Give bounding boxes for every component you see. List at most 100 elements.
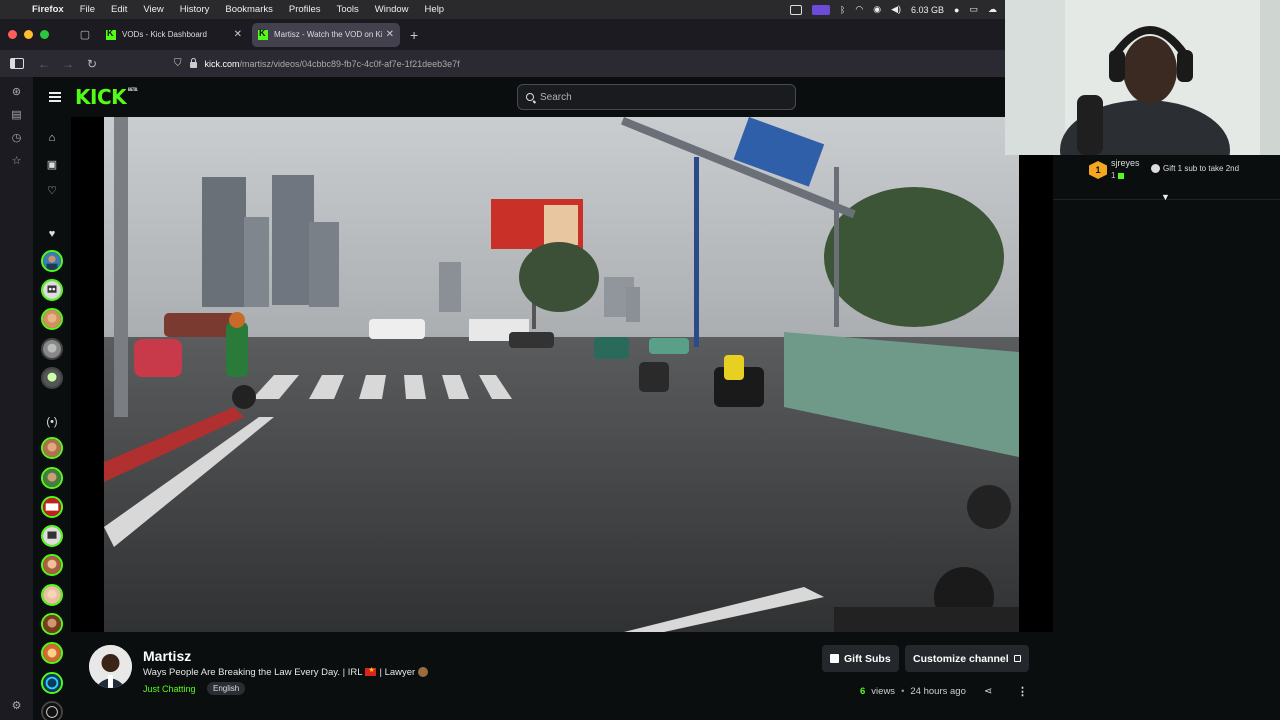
video-player[interactable] (104, 117, 1019, 632)
zoom-window-button[interactable] (40, 30, 49, 39)
gift-subs-button[interactable]: Gift Subs (822, 645, 899, 672)
customize-sidebar-icon[interactable]: ⚙ (12, 699, 22, 712)
recommended-channel-avatar[interactable] (41, 701, 63, 720)
gift-cta[interactable]: Gift 1 sub to take 2nd (1151, 164, 1239, 174)
leaderboard-expand-icon[interactable]: ▼ (1161, 192, 1170, 202)
tab-martisz-vod[interactable]: Martisz - Watch the VOD on Kick ✕ (252, 22, 400, 47)
gift-icon (830, 654, 839, 663)
menu-tools[interactable]: Tools (337, 4, 359, 15)
live-broadcast-icon: (•) (46, 416, 58, 428)
search-input[interactable]: Search (517, 84, 796, 110)
beta-badge: BETA (127, 87, 138, 92)
gifter-username[interactable]: sjreyes (1111, 158, 1140, 168)
bookmarks-icon[interactable]: ☆ (12, 154, 22, 167)
more-options-icon[interactable]: ⋮ (1017, 685, 1028, 698)
ai-chatbot-icon[interactable]: ⊛ (12, 85, 21, 98)
webcam-overlay (1005, 0, 1280, 155)
memory-readout[interactable]: 6.03 GB (911, 5, 944, 15)
volume-icon[interactable]: ◀) (891, 4, 901, 15)
minimize-window-button[interactable] (24, 30, 33, 39)
followed-channel-avatar[interactable] (41, 367, 63, 389)
firefox-sidebar: ⊛ ▤ ◷ ☆ ⚙ (0, 77, 33, 720)
followed-channel-avatar[interactable] (41, 250, 63, 272)
category-link[interactable]: Just Chatting (143, 684, 196, 694)
customize-channel-label: Customize channel (913, 652, 1009, 665)
recommended-channel-avatar[interactable] (41, 437, 63, 459)
menu-icon[interactable] (49, 92, 61, 102)
bluetooth-icon[interactable]: ᛒ (840, 5, 845, 15)
display-icon[interactable] (789, 4, 802, 15)
reload-icon[interactable]: ↻ (80, 57, 104, 71)
screen-record-icon[interactable] (811, 4, 830, 15)
back-icon[interactable]: ← (32, 57, 56, 71)
share-icon[interactable]: ⋖ (984, 686, 992, 697)
gifter-count: 1 (1111, 171, 1125, 180)
gift-count-icon (1118, 172, 1125, 179)
language-tag[interactable]: English (207, 682, 246, 695)
browser-tab-bar: ▢ VODs - Kick Dashboard ✕ Martisz - Watc… (0, 19, 1005, 50)
lock-icon[interactable] (189, 58, 197, 68)
following-heart-icon[interactable]: ♡ (45, 184, 59, 198)
menu-file[interactable]: File (80, 4, 95, 15)
home-icon[interactable]: ⌂ (45, 131, 59, 145)
kick-left-rail: ⌂ ▣ ♡ ♥ (•) (33, 117, 71, 720)
browse-icon[interactable]: ▣ (45, 158, 59, 172)
vietnam-flag-icon (365, 666, 377, 677)
streamer-avatar[interactable] (89, 645, 132, 688)
close-tab-icon[interactable]: ✕ (234, 29, 242, 40)
synced-tabs-icon[interactable]: ▤ (11, 108, 21, 121)
followed-channel-avatar[interactable] (41, 279, 63, 301)
menu-window[interactable]: Window (375, 4, 409, 15)
recommended-channel-avatar[interactable] (41, 642, 63, 664)
kick-logo[interactable]: KICK BETA (75, 85, 138, 109)
new-tab-icon[interactable]: + (410, 27, 418, 43)
meta-separator: • (901, 686, 905, 697)
recommended-channel-avatar[interactable] (41, 672, 63, 694)
recommended-channel-avatar[interactable] (41, 554, 63, 576)
screenshot-icon[interactable]: ▭ (969, 4, 978, 15)
search-placeholder: Search (540, 91, 572, 103)
recommended-channel-avatar[interactable] (41, 496, 63, 518)
close-window-button[interactable] (8, 30, 17, 39)
tab-vods-dashboard[interactable]: VODs - Kick Dashboard ✕ (100, 23, 248, 47)
tab-title: VODs - Kick Dashboard (122, 30, 207, 39)
recommended-channel-avatar[interactable] (41, 613, 63, 635)
cloud-icon[interactable]: ☁ (988, 4, 997, 15)
vod-meta: 6 views • 24 hours ago (860, 686, 966, 697)
url-path: /martisz/videos/04cbbc89-fb7c-4c0f-af7e-… (239, 58, 460, 69)
menu-profiles[interactable]: Profiles (289, 4, 321, 15)
stream-info-bar: Martisz Ways People Are Breaking the Law… (71, 632, 1053, 720)
wifi-icon[interactable]: ◠ (855, 4, 863, 15)
recommended-channel-avatar[interactable] (41, 525, 63, 547)
customize-channel-button[interactable]: Customize channel (905, 645, 1029, 672)
sidebar-toggle-icon[interactable] (10, 58, 24, 69)
menu-app-name[interactable]: Firefox (32, 4, 64, 15)
recommended-channel-avatar[interactable] (41, 584, 63, 606)
menu-view[interactable]: View (143, 4, 163, 15)
gifter-rank-badge: 1 (1089, 161, 1107, 179)
search-icon (526, 93, 534, 101)
kick-favicon-icon (106, 28, 116, 40)
forward-icon[interactable]: → (56, 57, 80, 71)
address-bar[interactable]: ⛉ kick.com/martisz/videos/04cbbc89-fb7c-… (174, 58, 460, 69)
menu-edit[interactable]: Edit (111, 4, 127, 15)
menu-bookmarks[interactable]: Bookmarks (225, 4, 273, 15)
stream-title: Ways People Are Breaking the Law Every D… (143, 666, 429, 678)
close-tab-icon[interactable]: ✕ (386, 29, 394, 40)
grammarly-icon[interactable]: ● (954, 5, 959, 15)
streamer-name[interactable]: Martisz (143, 648, 191, 664)
recommended-channel-avatar[interactable] (41, 467, 63, 489)
tab-overview-icon[interactable]: ▢ (70, 28, 100, 41)
followed-channel-avatar[interactable] (41, 308, 63, 330)
webcam-feed (1005, 0, 1280, 155)
window-controls (0, 30, 70, 39)
video-letterbox-left (71, 117, 104, 632)
menu-history[interactable]: History (180, 4, 210, 15)
followed-channel-avatar[interactable] (41, 338, 63, 360)
gift-sub-icon (1151, 164, 1160, 174)
tracking-shield-icon[interactable]: ⛉ (174, 58, 182, 69)
tab-title: Martisz - Watch the VOD on Kick (274, 30, 382, 39)
history-icon[interactable]: ◷ (12, 131, 22, 144)
menu-help[interactable]: Help (425, 4, 445, 15)
focus-icon[interactable]: ◉ (873, 4, 881, 15)
